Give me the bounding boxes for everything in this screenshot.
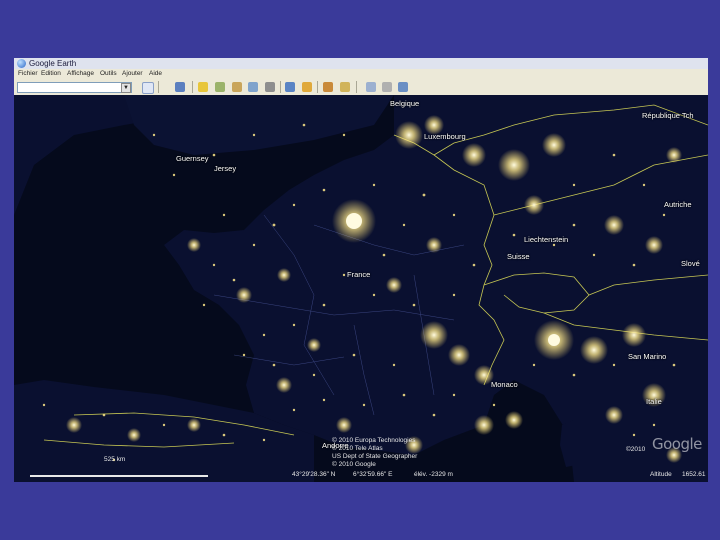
menu-fichier[interactable]: Fichier <box>18 69 38 79</box>
label-autriche: Autriche <box>664 200 692 209</box>
print-icon[interactable] <box>382 82 392 92</box>
image-overlay-icon[interactable] <box>248 82 258 92</box>
label-republique-tcheque: République Tch <box>642 111 694 120</box>
switch-sky-icon[interactable] <box>323 82 333 92</box>
credit-line: US Dept of State Geographer <box>332 453 418 460</box>
email-icon[interactable] <box>366 82 376 92</box>
label-guernsey: Guernsey <box>176 154 209 163</box>
label-belgique: Belgique <box>390 99 420 108</box>
toolbar-separator <box>356 81 357 93</box>
search-input[interactable] <box>17 82 132 93</box>
menu-aide[interactable]: Aide <box>149 69 162 79</box>
label-slovenie: Slové <box>681 259 700 268</box>
menu-ajouter[interactable]: Ajouter <box>122 69 143 79</box>
label-monaco: Monaco <box>491 380 518 389</box>
menu-affichage[interactable]: Affichage <box>67 69 94 79</box>
placemark-icon[interactable] <box>198 82 208 92</box>
window-title: Google Earth <box>29 59 77 68</box>
credit-line: © 2010 Europa Technologies <box>332 437 416 444</box>
label-luxembourg: Luxembourg <box>424 132 466 141</box>
label-suisse: Suisse <box>507 252 530 261</box>
status-bar: 525 km 43°29'28.36" N 6°32'59.66" E élév… <box>14 456 708 482</box>
credit-line: © 2010 Tele Atlas <box>332 445 383 452</box>
label-jersey: Jersey <box>214 164 237 173</box>
polygon-icon[interactable] <box>215 82 225 92</box>
globe-icon <box>17 59 26 68</box>
menu-outils[interactable]: Outils <box>100 69 117 79</box>
menu-edition[interactable]: Edition <box>41 69 61 79</box>
longitude-readout: 6°32'59.66" E <box>353 471 393 478</box>
label-san-marino: San Marino <box>628 352 667 361</box>
label-france: France <box>347 270 371 279</box>
label-italie: Italie <box>646 397 662 406</box>
path-icon[interactable] <box>232 82 242 92</box>
scale-bar <box>30 475 208 477</box>
google-maps-icon[interactable] <box>398 82 408 92</box>
elevation-readout: élév. -2329 m <box>414 471 453 478</box>
menu-bar: Fichier Edition Affichage Outils Ajouter… <box>14 69 708 79</box>
chevron-down-icon[interactable]: ▼ <box>121 83 131 93</box>
toolbar: ▼ <box>14 79 708 96</box>
record-tour-icon[interactable] <box>265 82 275 92</box>
scale-label: 525 km <box>104 456 126 463</box>
google-earth-window: Google Earth Fichier Edition Affichage O… <box>14 58 708 482</box>
map-credits: © 2010 Europa Technologies © 2010 Tele A… <box>332 437 417 469</box>
label-liechtenstein: Liechtenstein <box>524 235 569 244</box>
sidebar-toggle-icon[interactable] <box>175 82 185 92</box>
latitude-readout: 43°29'28.36" N <box>292 471 336 478</box>
search-button[interactable] <box>142 82 154 94</box>
night-lights-map <box>14 95 708 482</box>
toolbar-separator <box>280 81 281 93</box>
altitude-label: Altitude <box>650 471 672 478</box>
map-view[interactable]: Guernsey Jersey Belgique Luxembourg Répu… <box>14 95 708 482</box>
toolbar-separator <box>158 81 159 93</box>
sunlight-icon[interactable] <box>302 82 312 92</box>
ruler-icon[interactable] <box>340 82 350 92</box>
historical-imagery-icon[interactable] <box>285 82 295 92</box>
google-logo: Google <box>652 435 702 453</box>
land-britain <box>124 95 394 155</box>
toolbar-separator <box>192 81 193 93</box>
altitude-value: 1652.61 <box>682 471 706 478</box>
toolbar-separator <box>317 81 318 93</box>
copyright-year: ©2010 <box>626 446 646 453</box>
